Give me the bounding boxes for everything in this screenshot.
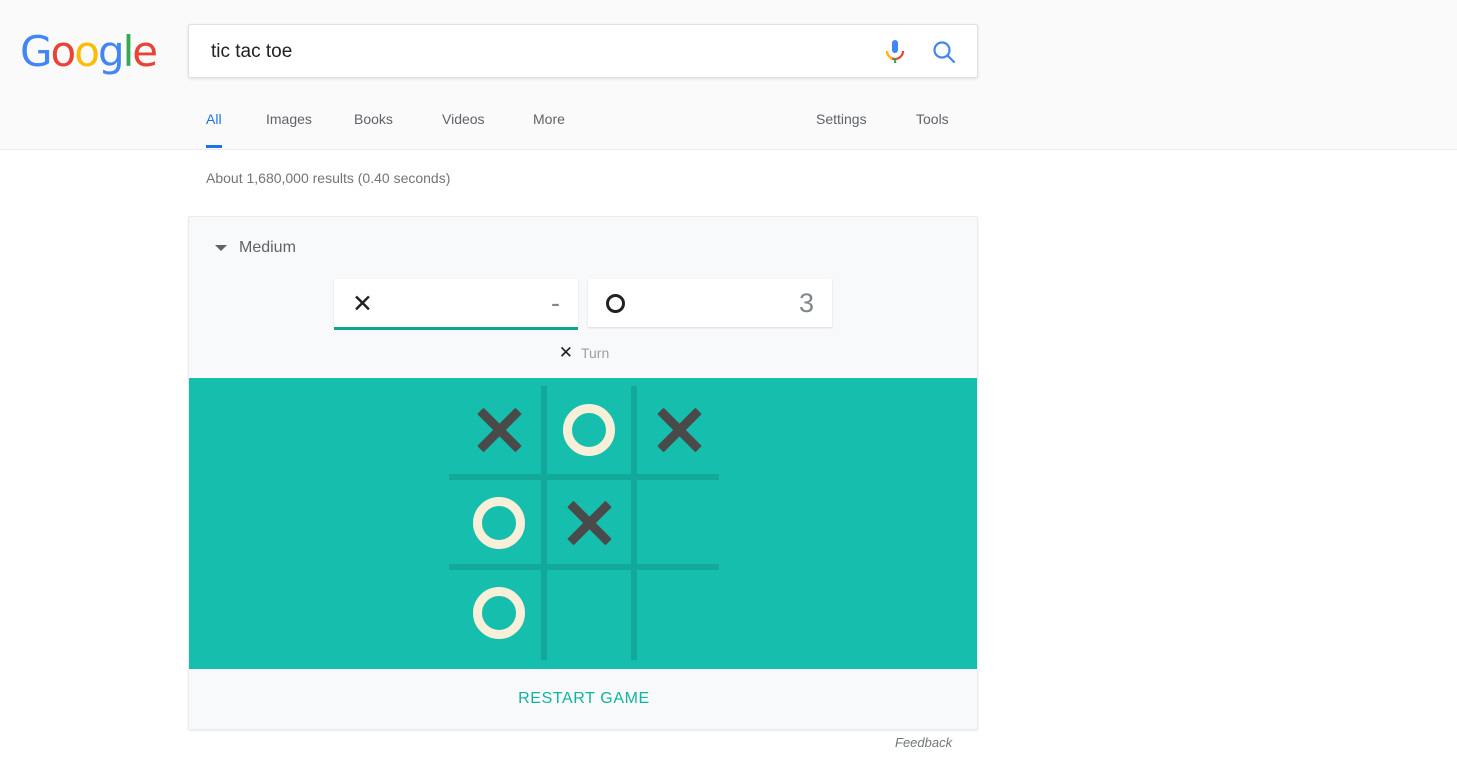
board-cell-1-2[interactable] bbox=[637, 479, 721, 567]
mark-x bbox=[472, 403, 526, 457]
x-symbol-icon: ✕ bbox=[352, 288, 373, 318]
microphone-icon[interactable] bbox=[883, 39, 907, 65]
search-input[interactable] bbox=[209, 25, 873, 79]
mark-o bbox=[473, 497, 525, 549]
search-nav: All Images Books Videos More Settings To… bbox=[188, 104, 1368, 150]
search-icon[interactable] bbox=[931, 39, 957, 65]
google-logo[interactable]: Google bbox=[20, 27, 158, 76]
tools-button[interactable]: Tools bbox=[916, 104, 949, 148]
scoreboard: ✕ - 3 bbox=[334, 279, 834, 330]
tab-images[interactable]: Images bbox=[266, 104, 312, 148]
board-cell-0-1[interactable] bbox=[547, 386, 631, 474]
difficulty-label: Medium bbox=[239, 239, 296, 256]
turn-indicator: ✕ Turn bbox=[189, 343, 977, 363]
restart-game-button[interactable]: RESTART GAME bbox=[189, 669, 977, 729]
o-symbol-icon bbox=[606, 293, 625, 313]
board-cell-0-2[interactable] bbox=[637, 386, 721, 474]
settings-button[interactable]: Settings bbox=[816, 104, 867, 148]
tab-videos[interactable]: Videos bbox=[442, 104, 485, 148]
tic-tac-toe-game-card: Medium ✕ - 3 ✕ Turn RESTART GAME bbox=[188, 216, 978, 730]
logo-letter: G bbox=[20, 27, 53, 76]
tab-more[interactable]: More bbox=[533, 104, 565, 148]
board-cell-1-1[interactable] bbox=[547, 479, 631, 567]
logo-letter: g bbox=[97, 27, 125, 76]
turn-label: Turn bbox=[580, 345, 610, 361]
logo-letter: o bbox=[50, 27, 77, 76]
board-cell-1-0[interactable] bbox=[457, 479, 541, 567]
mark-o bbox=[473, 587, 525, 639]
tab-all[interactable]: All bbox=[206, 104, 222, 148]
logo-letter: l bbox=[122, 27, 135, 76]
turn-player-icon: ✕ bbox=[558, 343, 573, 363]
tab-books[interactable]: Books bbox=[354, 104, 393, 148]
search-header: Google All Images Books bbox=[0, 0, 1457, 150]
feedback-link[interactable]: Feedback bbox=[895, 735, 952, 750]
logo-letter: e bbox=[132, 27, 158, 76]
score-value-x: - bbox=[551, 287, 560, 318]
score-box-player-x[interactable]: ✕ - bbox=[334, 279, 578, 330]
score-box-player-o[interactable]: 3 bbox=[588, 279, 832, 327]
search-box bbox=[188, 24, 978, 79]
mark-x bbox=[562, 496, 616, 550]
difficulty-selector[interactable]: Medium bbox=[215, 235, 296, 261]
board-cell-2-0[interactable] bbox=[457, 569, 541, 657]
mark-o bbox=[563, 404, 615, 456]
game-board bbox=[449, 378, 719, 669]
board-cell-0-0[interactable] bbox=[457, 386, 541, 474]
chevron-down-icon bbox=[215, 245, 227, 251]
game-board-area bbox=[189, 378, 977, 669]
restart-game-label: RESTART GAME bbox=[518, 690, 650, 707]
result-stats: About 1,680,000 results (0.40 seconds) bbox=[206, 170, 451, 186]
page-root: Google All Images Books bbox=[0, 0, 1457, 773]
board-cell-2-1[interactable] bbox=[547, 569, 631, 657]
score-value-o: 3 bbox=[798, 287, 814, 318]
board-cell-2-2[interactable] bbox=[637, 569, 721, 657]
logo-letter: o bbox=[74, 27, 100, 76]
mark-x bbox=[652, 403, 706, 457]
